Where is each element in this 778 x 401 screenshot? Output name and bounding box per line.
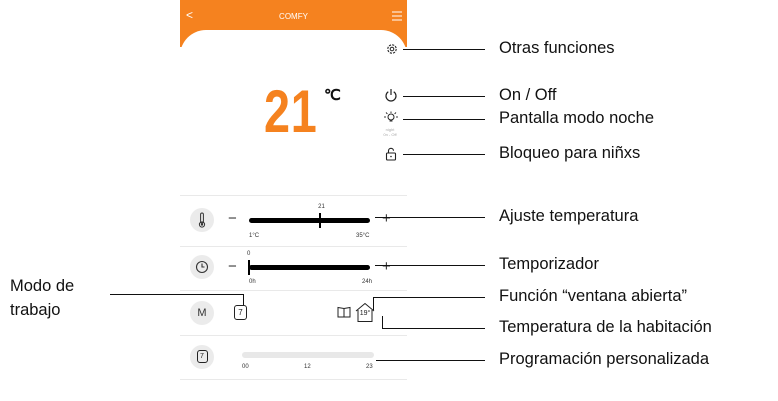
timer-slider-thumb[interactable]	[248, 260, 250, 275]
leader-line	[403, 154, 485, 156]
temp-min-label: 1°C	[249, 233, 260, 239]
schedule-tick-mid: 12	[304, 364, 311, 370]
mode-button-label: M	[197, 307, 207, 319]
night-mode-caption-line2: 0n - Off	[383, 132, 397, 137]
annotation-open-window: Función “ventana abierta”	[499, 287, 688, 305]
annotation-work-mode-line2: trabajo	[10, 301, 61, 319]
annotation-work-mode-line1: Modo de	[10, 277, 75, 295]
temp-decrease-button[interactable]: −	[228, 210, 237, 227]
schedule-tick-end: 23	[366, 364, 373, 370]
annotation-timer: Temporizador	[499, 255, 599, 273]
annotation-custom-schedule: Programación personalizada	[499, 350, 710, 368]
lightbulb-icon[interactable]	[383, 111, 399, 125]
leader-line-vertical	[243, 294, 245, 305]
open-window-icon[interactable]	[337, 306, 351, 318]
divider	[180, 246, 407, 247]
divider	[180, 195, 407, 196]
timer-slider-value: 0	[247, 251, 251, 257]
temp-increase-button[interactable]: +	[382, 210, 391, 227]
annotation-work-mode: Modo de trabajo	[10, 274, 74, 322]
schedule-bar[interactable]	[242, 352, 374, 358]
leader-line	[376, 360, 485, 362]
phone-screen: < COMFY 21 ℃ night 0n - Off − + 21 1°C 3…	[180, 0, 407, 401]
temp-slider-value: 21	[318, 204, 325, 210]
app-title: COMFY	[279, 12, 308, 21]
clock-icon	[195, 260, 209, 274]
leader-line	[110, 294, 244, 296]
timer-min-label: 0h	[249, 279, 256, 285]
leader-line	[403, 49, 485, 51]
divider	[180, 290, 407, 291]
night-mode-caption: night 0n - Off	[378, 127, 402, 137]
room-temperature-value: 19°	[359, 310, 371, 317]
leader-line	[403, 96, 485, 98]
annotation-temp-adjust: Ajuste temperatura	[499, 207, 639, 225]
temp-slider-thumb[interactable]	[319, 213, 322, 228]
timer-button[interactable]	[190, 255, 214, 279]
power-icon[interactable]	[384, 88, 398, 102]
content-panel	[180, 30, 407, 70]
hamburger-menu-icon[interactable]	[392, 11, 402, 21]
timer-decrease-button[interactable]: −	[228, 258, 237, 275]
annotation-night-mode: Pantalla modo noche	[499, 109, 655, 127]
weekly-mode-icon[interactable]: 7	[234, 305, 247, 320]
calendar-7-icon: 7	[196, 350, 208, 364]
gear-icon[interactable]	[385, 42, 399, 56]
temp-slider-track[interactable]	[249, 218, 370, 223]
schedule-icon-wrap: 7	[190, 345, 214, 369]
unlock-icon[interactable]	[385, 147, 397, 161]
schedule-tick-start: 00	[242, 364, 249, 370]
temp-max-label: 35°C	[356, 233, 370, 239]
thermometer-button[interactable]	[190, 208, 214, 232]
divider	[180, 379, 407, 380]
leader-line	[375, 217, 485, 219]
temperature-unit: ℃	[324, 87, 341, 104]
annotation-other-functions: Otras funciones	[499, 39, 615, 57]
leader-line	[382, 328, 485, 330]
schedule-button[interactable]: 7	[190, 345, 214, 369]
annotation-room-temp: Temperatura de la habitación	[499, 318, 712, 336]
timer-increase-button[interactable]: +	[382, 258, 391, 275]
annotation-child-lock: Bloqueo para niñxs	[499, 144, 641, 162]
leader-line	[374, 297, 485, 299]
leader-line-vertical	[382, 316, 384, 329]
timer-slider-track[interactable]	[249, 265, 370, 270]
timer-max-label: 24h	[362, 279, 373, 285]
leader-line	[403, 119, 485, 121]
leader-line-vertical	[373, 297, 375, 310]
divider	[180, 335, 407, 336]
annotation-on-off: On / Off	[499, 86, 557, 104]
temperature-display: 21	[264, 78, 318, 145]
thermometer-icon	[198, 212, 206, 228]
mode-button[interactable]: M	[190, 301, 214, 325]
leader-line	[375, 265, 485, 267]
